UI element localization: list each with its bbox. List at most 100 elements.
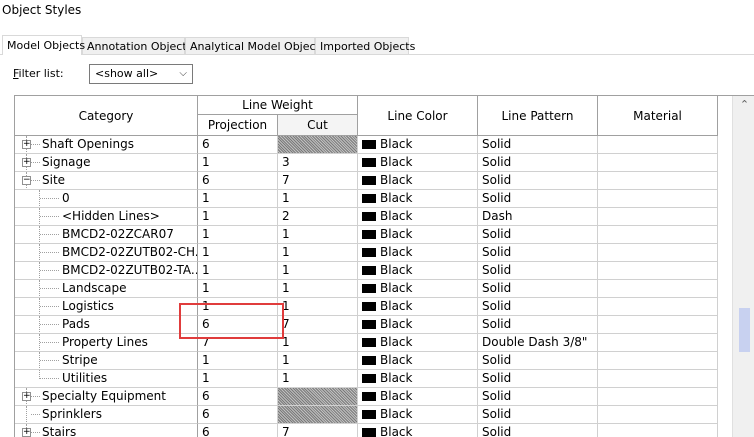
category-cell[interactable]: Landscape [15,280,198,298]
cut-cell[interactable]: 7 [278,316,358,334]
table-row[interactable]: Utilities 1 1 Black Solid [15,370,718,388]
material-cell[interactable] [598,334,718,352]
category-cell[interactable]: − Site [15,172,198,190]
line-color-cell[interactable]: Black [358,154,478,172]
header-line-pattern[interactable]: Line Pattern [478,96,598,136]
header-line-color[interactable]: Line Color [358,96,478,136]
line-color-cell[interactable]: Black [358,226,478,244]
cut-cell[interactable]: 3 [278,154,358,172]
projection-cell[interactable]: 1 [198,280,278,298]
cut-cell[interactable]: 7 [278,424,358,437]
line-pattern-cell[interactable]: Dash [478,208,598,226]
projection-cell[interactable]: 1 [198,370,278,388]
category-cell[interactable]: BMCD2-02ZCAR07 [15,226,198,244]
tab-model-objects[interactable]: Model Objects [2,35,85,55]
line-color-cell[interactable]: Black [358,424,478,437]
scrollbar-thumb[interactable] [739,308,750,352]
projection-cell[interactable]: 1 [198,244,278,262]
material-cell[interactable] [598,136,718,154]
cut-cell[interactable]: 1 [278,244,358,262]
header-cut[interactable]: Cut [278,115,358,136]
table-row[interactable]: Logistics 1 1 Black Solid [15,298,718,316]
scroll-up-arrow-icon[interactable]: ⌃ [733,96,754,114]
header-material[interactable]: Material [598,96,718,136]
header-projection[interactable]: Projection [198,115,278,136]
tab-annotation-objects[interactable]: Annotation Objects [82,37,192,54]
line-color-cell[interactable]: Black [358,334,478,352]
line-pattern-cell[interactable]: Solid [478,190,598,208]
projection-cell[interactable]: 6 [198,406,278,424]
category-cell[interactable]: Pads [15,316,198,334]
category-cell[interactable]: BMCD2-02ZUTB02-TA... [15,262,198,280]
line-color-cell[interactable]: Black [358,406,478,424]
material-cell[interactable] [598,172,718,190]
cut-cell[interactable]: 1 [278,352,358,370]
line-pattern-cell[interactable]: Solid [478,298,598,316]
projection-cell[interactable]: 1 [198,208,278,226]
material-cell[interactable] [598,406,718,424]
line-pattern-cell[interactable]: Solid [478,424,598,437]
line-color-cell[interactable]: Black [358,388,478,406]
material-cell[interactable] [598,208,718,226]
line-color-cell[interactable]: Black [358,352,478,370]
line-pattern-cell[interactable]: Solid [478,388,598,406]
expand-icon[interactable]: + [22,140,31,149]
cut-cell[interactable]: 1 [278,190,358,208]
line-pattern-cell[interactable]: Solid [478,280,598,298]
line-pattern-cell[interactable]: Double Dash 3/8" [478,334,598,352]
cut-cell[interactable]: 1 [278,226,358,244]
tab-imported-objects[interactable]: Imported Objects [315,37,415,54]
table-row[interactable]: Sprinklers 6 Black Solid [15,406,718,424]
category-cell[interactable]: + Shaft Openings [15,136,198,154]
line-pattern-cell[interactable]: Solid [478,244,598,262]
table-row[interactable]: Property Lines 7 1 Black Double Dash 3/8" [15,334,718,352]
category-cell[interactable]: Sprinklers [15,406,198,424]
table-row[interactable]: + Signage 1 3 Black Solid [15,154,718,172]
material-cell[interactable] [598,388,718,406]
filter-list-select[interactable]: <show all> ⌵ [89,64,193,84]
cut-cell[interactable]: 1 [278,280,358,298]
category-cell[interactable]: BMCD2-02ZUTB02-CH... [15,244,198,262]
cut-cell[interactable]: 1 [278,262,358,280]
line-color-cell[interactable]: Black [358,190,478,208]
material-cell[interactable] [598,424,718,437]
line-color-cell[interactable]: Black [358,208,478,226]
projection-cell[interactable]: 6 [198,424,278,437]
projection-cell[interactable]: 1 [198,190,278,208]
line-color-cell[interactable]: Black [358,316,478,334]
vertical-scrollbar[interactable]: ⌃ [732,96,754,437]
projection-cell[interactable]: 6 [198,172,278,190]
cut-cell[interactable]: 1 [278,298,358,316]
category-cell[interactable]: + Stairs [15,424,198,437]
table-row[interactable]: 0 1 1 Black Solid [15,190,718,208]
material-cell[interactable] [598,154,718,172]
cut-cell[interactable]: 1 [278,370,358,388]
table-row[interactable]: + Shaft Openings 6 Black Solid [15,136,718,154]
projection-cell[interactable]: 1 [198,226,278,244]
cut-cell[interactable]: 1 [278,334,358,352]
projection-cell[interactable]: 6 [198,136,278,154]
table-row[interactable]: Landscape 1 1 Black Solid [15,280,718,298]
line-color-cell[interactable]: Black [358,370,478,388]
cut-cell[interactable]: 7 [278,172,358,190]
table-row[interactable]: − Site 6 7 Black Solid [15,172,718,190]
table-row[interactable]: + Specialty Equipment 6 Black Solid [15,388,718,406]
line-pattern-cell[interactable]: Solid [478,172,598,190]
line-color-cell[interactable]: Black [358,298,478,316]
material-cell[interactable] [598,190,718,208]
line-color-cell[interactable]: Black [358,136,478,154]
material-cell[interactable] [598,244,718,262]
line-pattern-cell[interactable]: Solid [478,352,598,370]
line-pattern-cell[interactable]: Solid [478,136,598,154]
table-row[interactable]: BMCD2-02ZCAR07 1 1 Black Solid [15,226,718,244]
category-cell[interactable]: + Specialty Equipment [15,388,198,406]
table-row[interactable]: Stripe 1 1 Black Solid [15,352,718,370]
header-category[interactable]: Category [15,96,198,136]
projection-cell[interactable]: 6 [198,388,278,406]
material-cell[interactable] [598,280,718,298]
collapse-icon[interactable]: − [22,176,31,185]
line-pattern-cell[interactable]: Solid [478,316,598,334]
category-cell[interactable]: Stripe [15,352,198,370]
material-cell[interactable] [598,262,718,280]
material-cell[interactable] [598,298,718,316]
